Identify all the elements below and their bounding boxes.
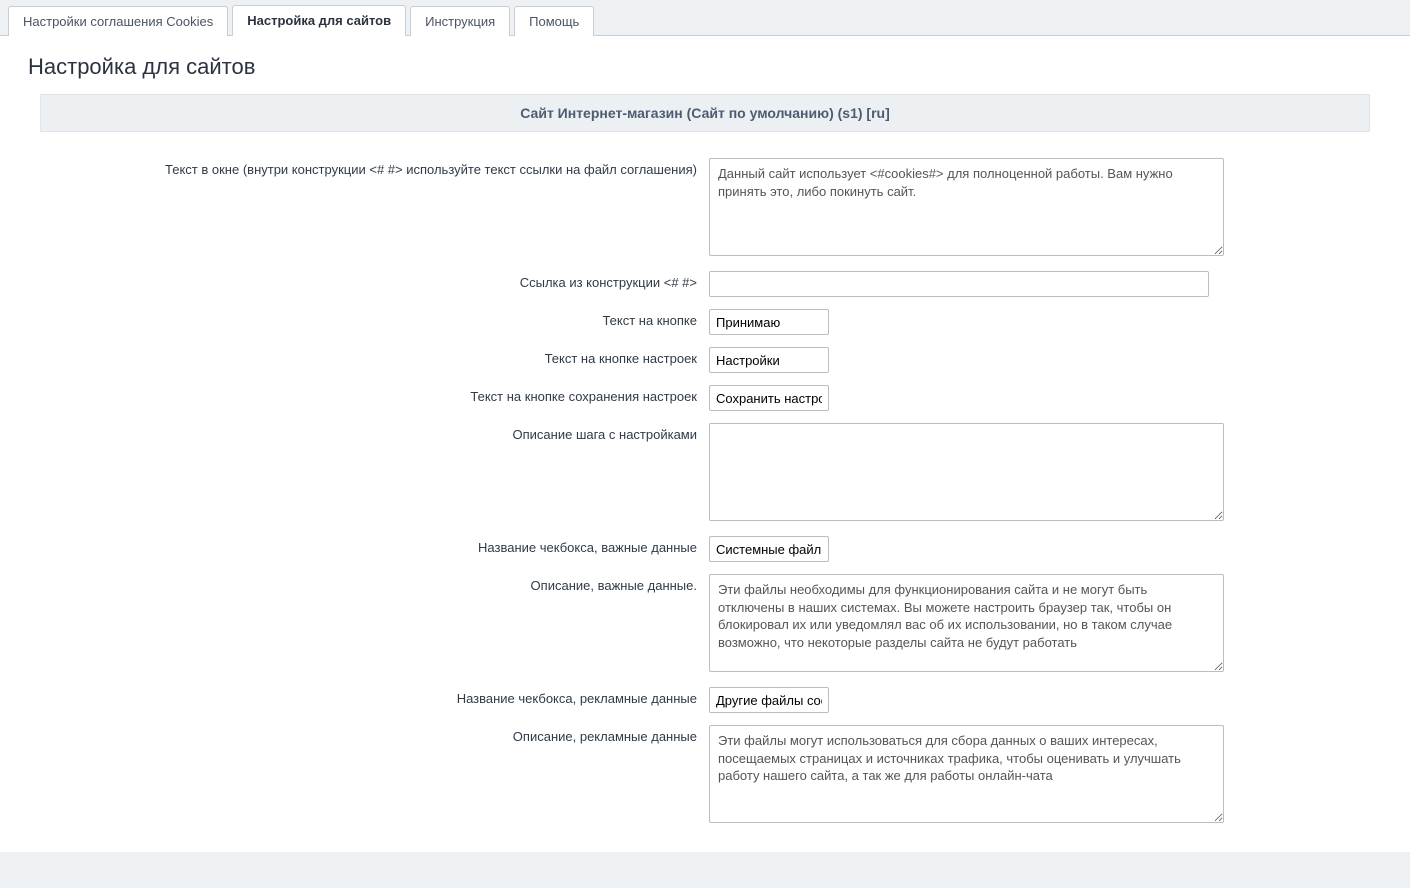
label-save-settings-button-text: Текст на кнопке сохранения настроек [20, 379, 705, 417]
input-button-text[interactable] [709, 309, 829, 335]
tab-help[interactable]: Помощь [514, 6, 594, 36]
input-settings-button-text[interactable] [709, 347, 829, 373]
input-important-description[interactable] [709, 574, 1224, 672]
label-settings-button-text: Текст на кнопке настроек [20, 341, 705, 379]
label-button-text: Текст на кнопке [20, 303, 705, 341]
page-title: Настройка для сайтов [0, 36, 1410, 94]
tab-site-settings[interactable]: Настройка для сайтов [232, 5, 406, 36]
input-window-text[interactable] [709, 158, 1224, 256]
label-link-construct: Ссылка из конструкции <# #> [20, 265, 705, 303]
input-link-construct[interactable] [709, 271, 1209, 297]
input-ad-checkbox-name[interactable] [709, 687, 829, 713]
label-important-description: Описание, важные данные. [20, 568, 705, 681]
section-header: Сайт Интернет-магазин (Сайт по умолчанию… [40, 94, 1370, 132]
label-ad-checkbox-name: Название чекбокса, рекламные данные [20, 681, 705, 719]
content-panel: Настройка для сайтов Сайт Интернет-магаз… [0, 36, 1410, 852]
label-window-text: Текст в окне (внутри конструкции <# #> и… [20, 152, 705, 265]
input-step-description[interactable] [709, 423, 1224, 521]
input-save-settings-button-text[interactable] [709, 385, 829, 411]
form-wrapper: Сайт Интернет-магазин (Сайт по умолчанию… [0, 94, 1410, 852]
label-step-description: Описание шага с настройками [20, 417, 705, 530]
label-ad-description: Описание, рекламные данные [20, 719, 705, 832]
tabs-bar: Настройки соглашения Cookies Настройка д… [0, 0, 1410, 36]
input-important-checkbox-name[interactable] [709, 536, 829, 562]
settings-form-table: Текст в окне (внутри конструкции <# #> и… [20, 152, 1390, 832]
tab-instruction[interactable]: Инструкция [410, 6, 510, 36]
input-ad-description[interactable] [709, 725, 1224, 823]
tab-cookies-agreement-settings[interactable]: Настройки соглашения Cookies [8, 6, 228, 36]
label-important-checkbox-name: Название чекбокса, важные данные [20, 530, 705, 568]
